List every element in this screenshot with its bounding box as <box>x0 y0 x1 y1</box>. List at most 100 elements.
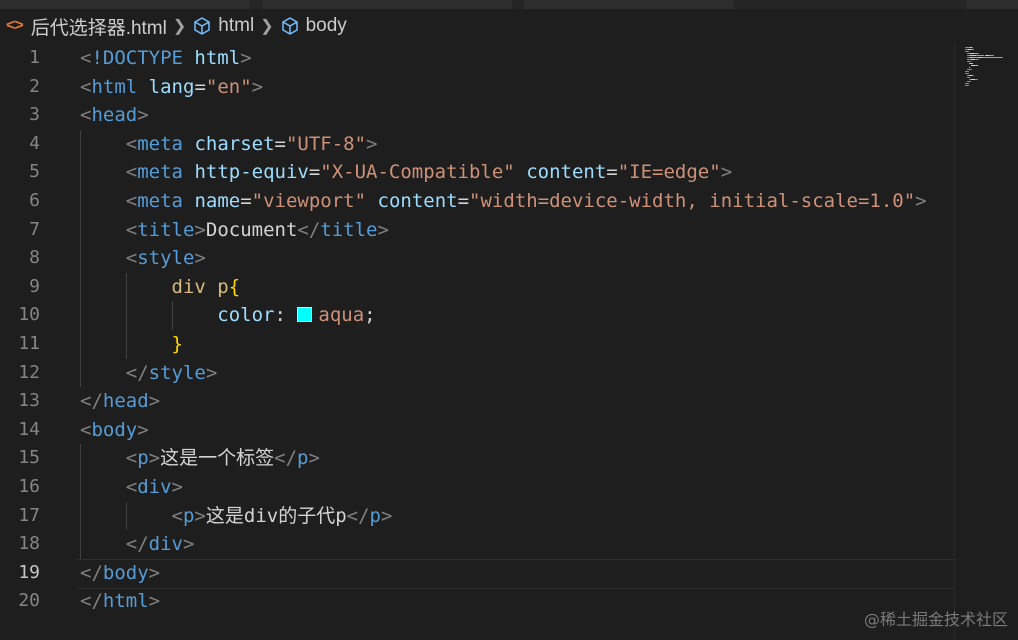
symbol-cube-icon <box>194 17 211 35</box>
code-text: <html lang="en"> <box>80 73 263 102</box>
tab[interactable] <box>966 0 1018 9</box>
code-token: content <box>377 190 458 212</box>
line-number: 20 <box>18 590 40 612</box>
code-line[interactable]: 18 </div> <box>0 530 954 559</box>
code-token: html <box>102 590 149 613</box>
breadcrumb-file[interactable]: <> 后代选择器.html <box>0 13 167 40</box>
code-line[interactable]: 10 color: aqua; <box>0 301 954 330</box>
code-text: <meta http-equiv="X-UA-Compatible" conte… <box>80 158 732 187</box>
code-text: <p>这是一个标签</p> <box>80 444 320 473</box>
code-token: "en" <box>205 75 252 98</box>
html-file-icon: <> <box>6 17 24 34</box>
line-number: 5 <box>29 161 40 183</box>
tab[interactable] <box>262 0 512 9</box>
code-token: head <box>91 104 138 127</box>
breadcrumb-item-html[interactable]: html <box>192 15 254 37</box>
code-token: > <box>194 218 206 241</box>
color-swatch[interactable] <box>297 307 313 323</box>
code-token: html <box>91 75 138 98</box>
code-text: </body> <box>80 559 160 588</box>
line-number: 1 <box>29 47 40 68</box>
code-token: content <box>526 161 607 184</box>
code-editor[interactable]: 1 <!DOCTYPE html> 2 <html lang="en"> 3 <head>… <box>0 43 954 640</box>
minimap-mark <box>970 69 972 70</box>
code-token: = <box>240 190 252 212</box>
code-token: < <box>80 418 92 441</box>
chevron-right-icon: ❯ <box>260 18 274 35</box>
code-token: > <box>194 504 206 527</box>
code-token: </ <box>346 504 370 527</box>
line-number: 17 <box>18 504 40 526</box>
minimap[interactable] <box>954 43 1018 640</box>
code-token: div p <box>171 275 229 298</box>
code-token: name <box>194 190 241 212</box>
code-line[interactable]: 15 <p>这是一个标签</p> <box>0 444 954 473</box>
code-line[interactable]: 4 <meta charset="UTF-8"> <box>0 130 954 159</box>
code-token: aqua <box>318 304 365 327</box>
code-text: </head> <box>80 387 160 416</box>
code-line[interactable]: 11 } <box>0 330 954 359</box>
minimap-mark <box>977 65 978 66</box>
code-text: } <box>80 330 183 359</box>
code-line[interactable]: 12 </style> <box>0 359 954 388</box>
code-token: !DOCTYPE <box>91 47 183 69</box>
code-line[interactable]: 17 <p>这是div的子代p</p> <box>0 502 954 531</box>
code-token: > <box>137 104 149 127</box>
code-token: < <box>171 504 183 527</box>
code-token: lang <box>148 75 195 98</box>
code-text: color: aqua; <box>80 301 375 330</box>
symbol-cube-icon <box>281 17 298 35</box>
code-token: > <box>720 161 733 184</box>
minimap-mark <box>965 47 970 48</box>
line-number: 10 <box>18 304 40 326</box>
code-token: = <box>457 190 470 212</box>
code-line[interactable]: 6 <meta name="viewport" content="width=d… <box>0 187 954 216</box>
code-line[interactable]: 2 <html lang="en"> <box>0 73 954 102</box>
code-token: 这是一个标签 <box>160 447 275 470</box>
line-number: 16 <box>18 476 40 497</box>
code-token: head <box>102 390 149 413</box>
minimap-mark <box>969 81 971 82</box>
indent-guide <box>80 129 81 388</box>
code-line[interactable]: 14 <body> <box>0 416 954 445</box>
code-line[interactable]: 19 </body> <box>0 558 954 589</box>
code-token: > <box>380 504 393 527</box>
line-number: 6 <box>29 190 40 211</box>
minimap-mark <box>973 75 974 76</box>
code-token: 这是div的子代p <box>205 504 347 527</box>
code-text: </style> <box>80 359 218 388</box>
code-token: body <box>102 561 149 584</box>
minimap-mark <box>968 85 969 86</box>
code-line[interactable]: 1 <!DOCTYPE html> <box>0 44 954 73</box>
code-token: > <box>194 247 206 270</box>
code-token: div <box>137 476 172 498</box>
code-token: http-equiv <box>194 161 309 184</box>
code-token: html <box>194 47 241 69</box>
code-line[interactable]: 7 <title>Document</title> <box>0 216 954 245</box>
code-line[interactable]: 13 </head> <box>0 387 954 416</box>
code-line[interactable]: 5 <meta http-equiv="X-UA-Compatible" con… <box>0 158 954 187</box>
tab[interactable] <box>524 0 734 9</box>
code-line[interactable]: 9 div p{ <box>0 273 954 302</box>
line-number: 18 <box>18 533 40 555</box>
code-token: </ <box>80 561 103 584</box>
tab[interactable] <box>0 0 250 9</box>
code-text: </html> <box>80 587 160 616</box>
code-token: : <box>274 304 298 327</box>
code-line[interactable]: 20 </html> <box>0 587 954 616</box>
minimap-mark <box>993 55 994 56</box>
code-line[interactable]: 3 <head> <box>0 101 954 130</box>
code-line[interactable]: 8 <style> <box>0 244 954 273</box>
code-token: > <box>148 390 161 413</box>
breadcrumb-item-body[interactable]: body <box>280 15 347 37</box>
line-number: 3 <box>29 104 40 126</box>
minimap-mark <box>968 83 969 84</box>
code-line[interactable]: 16 <div> <box>0 473 954 502</box>
code-token: </ <box>125 533 149 556</box>
